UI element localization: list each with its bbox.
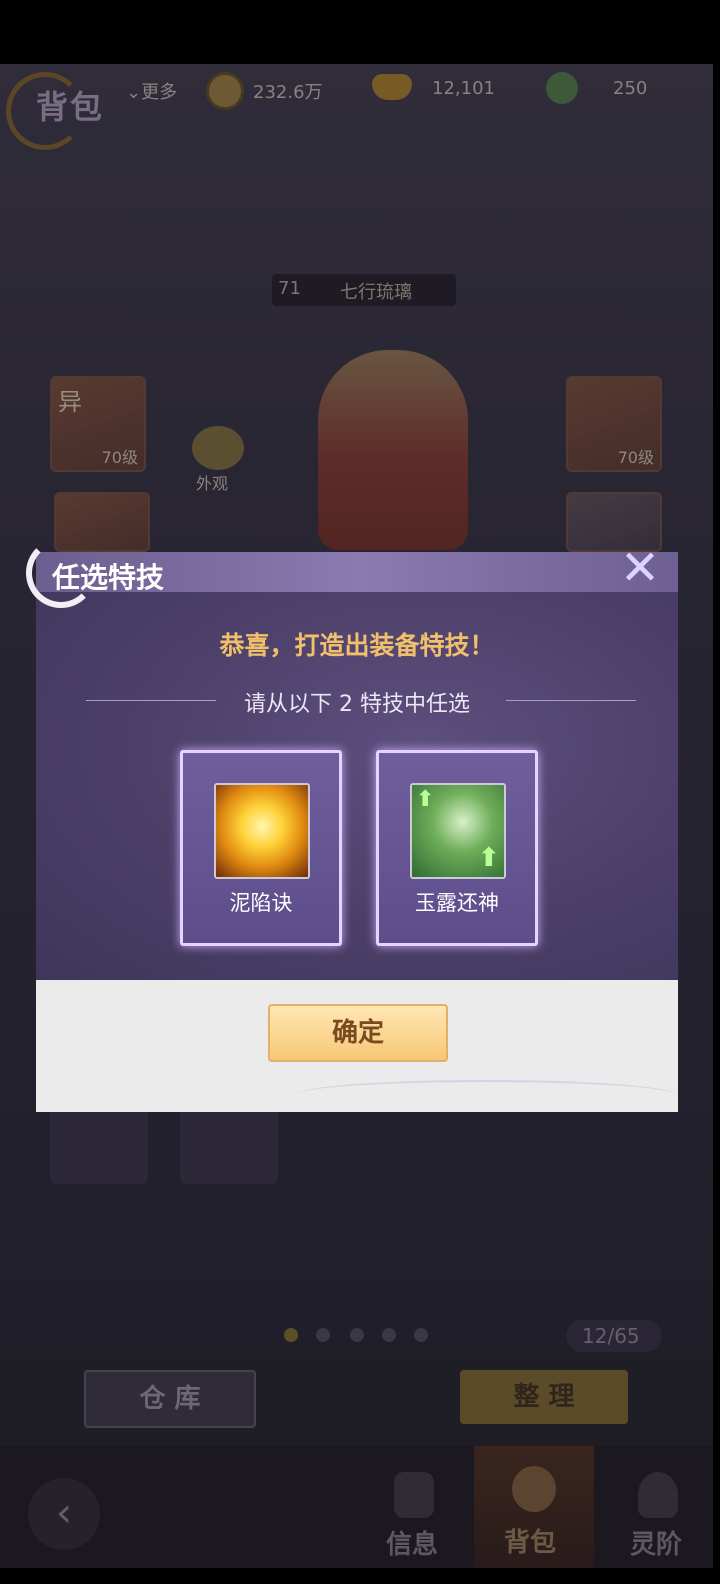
skill-option[interactable]: 泥陷诀 [180, 750, 342, 946]
fire-skill-icon [214, 783, 310, 879]
skill-name: 泥陷诀 [229, 891, 293, 915]
divider-right [506, 700, 636, 701]
skill-option[interactable]: ⬆ ⬆ 玉露还神 [376, 750, 538, 946]
arrow-up-icon: ⬆ [416, 787, 435, 812]
confirm-button[interactable]: 确定 [268, 1004, 448, 1062]
instruction-text: 请从以下 2 特技中任选 [244, 692, 470, 717]
dialog-title: 任选特技 [52, 561, 165, 594]
close-icon: ✕ [619, 540, 661, 596]
skill-name: 玉露还神 [415, 891, 499, 915]
congrats-message: 恭喜，打造出装备特技！ [219, 631, 495, 660]
heal-skill-icon: ⬆ ⬆ [410, 783, 506, 879]
status-bar [0, 0, 713, 64]
footer-wave-decoration [296, 1080, 676, 1110]
arrow-up-icon: ⬆ [478, 843, 500, 873]
close-button[interactable]: ✕ [616, 544, 664, 594]
select-skill-dialog: 任选特技 ✕ 恭喜，打造出装备特技！ 请从以下 2 特技中任选 泥陷诀 ⬆ ⬆ … [26, 538, 678, 1112]
